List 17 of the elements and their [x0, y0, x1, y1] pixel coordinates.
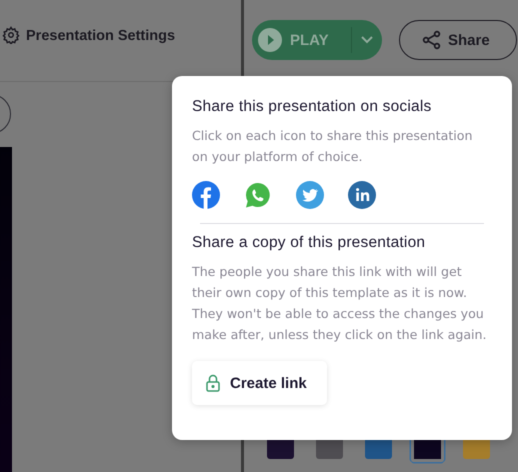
settings-label[interactable]: Presentation Settings [26, 26, 176, 46]
share-icon [422, 30, 442, 50]
chevron-icon [360, 35, 374, 45]
section-title: Share a copy of this presentation [192, 233, 426, 253]
create-link-button[interactable]: Create link [192, 361, 327, 405]
whatsapp-icon[interactable] [244, 181, 272, 209]
twitter-icon[interactable] [296, 181, 324, 209]
play-icon [258, 28, 282, 52]
facebook-icon[interactable] [192, 181, 220, 209]
play-button[interactable]: PLAY [252, 20, 382, 60]
share-button[interactable]: Share [399, 20, 517, 60]
section-description: The people you share this link with will get their own copy of this template as it is now. They won't be able to access the changes you make after, unless they click on the link again. [192, 263, 488, 344]
settings-icon [2, 26, 20, 44]
section-title: Share this presentation on socials [192, 97, 432, 117]
linkedin-icon[interactable] [348, 181, 376, 209]
section-description: Click on each icon to share this presentation on your platform of choice. [192, 127, 474, 166]
lock-icon [206, 374, 220, 392]
